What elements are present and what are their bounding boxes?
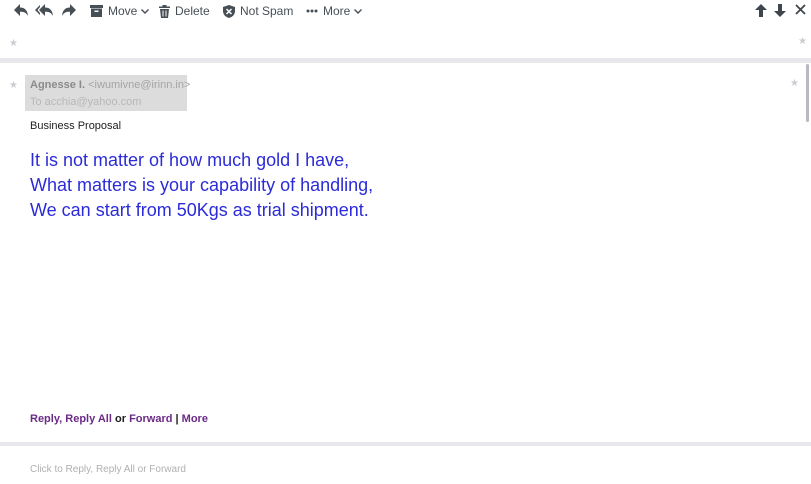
- close-icon[interactable]: [795, 4, 806, 15]
- actions-or-text: or: [111, 413, 130, 425]
- more-label: More: [323, 4, 351, 18]
- collapsed-message-header[interactable]: [0, 24, 811, 58]
- quick-reply-divider: [0, 442, 811, 446]
- reply-icon[interactable]: [14, 4, 28, 17]
- message-toolbar: Move Delete Not Spam More: [0, 0, 811, 24]
- reply-link[interactable]: Reply: [30, 413, 59, 425]
- quick-reply-prompt[interactable]: Click to Reply, Reply All or Forward: [30, 464, 186, 475]
- chevron-down-icon: [141, 8, 150, 14]
- message-subject: Business Proposal: [30, 120, 122, 132]
- star-icon[interactable]: ★: [9, 80, 18, 91]
- delete-label: Delete: [175, 4, 210, 18]
- move-icon: [90, 5, 103, 17]
- star-icon[interactable]: ★: [790, 78, 799, 89]
- sender-email: <iwumivne@irinn.in>: [88, 79, 191, 91]
- forward-icon[interactable]: [62, 4, 76, 17]
- body-line: It is not matter of how much gold I have…: [30, 150, 350, 170]
- not-spam-label: Not Spam: [240, 4, 294, 18]
- not-spam-icon: [223, 4, 235, 18]
- scrollbar-thumb[interactable]: [806, 64, 809, 122]
- chevron-down-icon: [354, 8, 363, 14]
- more-dots-icon: [306, 9, 318, 13]
- body-line: We can start from 50Kgs as trial shipmen…: [30, 200, 369, 220]
- arrow-up-icon[interactable]: [755, 4, 767, 17]
- delete-button[interactable]: Delete: [159, 4, 210, 18]
- sender-line: Agnesse I. <iwumivne@irinn.in>: [30, 79, 190, 91]
- forward-link[interactable]: Forward: [129, 413, 172, 425]
- reply-all-link[interactable]: Reply All: [65, 413, 112, 425]
- delete-icon: [159, 4, 170, 18]
- more-button[interactable]: More: [306, 4, 363, 18]
- arrow-down-icon[interactable]: [774, 4, 786, 17]
- star-icon[interactable]: ★: [798, 36, 807, 47]
- message-divider: [0, 58, 811, 63]
- actions-bar: |: [172, 413, 182, 425]
- not-spam-button[interactable]: Not Spam: [223, 4, 293, 18]
- sender-name[interactable]: Agnesse I.: [30, 79, 85, 91]
- recipient-line: To acchia@yahoo.com: [30, 96, 142, 108]
- move-button[interactable]: Move: [90, 4, 150, 18]
- message-body: It is not matter of how much gold I have…: [30, 148, 373, 223]
- more-link[interactable]: More: [182, 413, 208, 425]
- reply-all-icon[interactable]: [35, 4, 53, 17]
- message-actions: Reply, Reply All or Forward | More: [30, 413, 208, 425]
- move-label: Move: [108, 4, 138, 18]
- body-line: What matters is your capability of handl…: [30, 175, 374, 195]
- star-icon[interactable]: ★: [9, 38, 18, 49]
